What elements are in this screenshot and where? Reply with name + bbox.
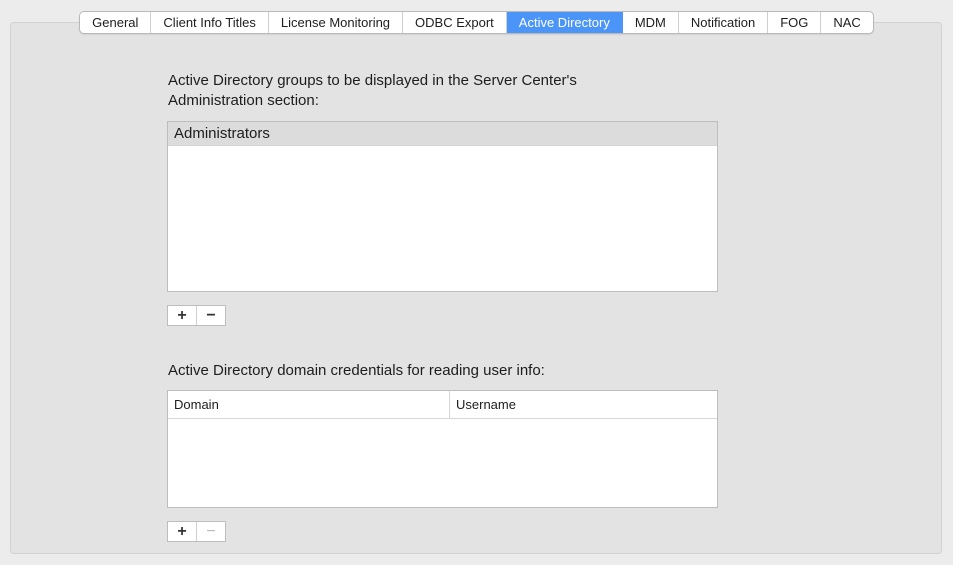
- groups-button-group: + −: [167, 305, 226, 326]
- tab-mdm[interactable]: MDM: [623, 12, 679, 33]
- credentials-section-label: Active Directory domain credentials for …: [168, 362, 545, 379]
- tab-bar: General Client Info Titles License Monit…: [0, 11, 953, 34]
- groups-list[interactable]: Administrators: [167, 121, 718, 292]
- groups-label-line1: Active Directory groups to be displayed …: [168, 72, 577, 89]
- tab-license-monitoring[interactable]: License Monitoring: [269, 12, 404, 33]
- tab-odbc-export[interactable]: ODBC Export: [403, 12, 507, 33]
- tab-nac[interactable]: NAC: [821, 12, 872, 33]
- column-header-username[interactable]: Username: [450, 391, 717, 418]
- groups-section-label: Active Directory groups to be displayed …: [168, 71, 577, 111]
- add-credential-button[interactable]: +: [168, 522, 196, 541]
- add-group-button[interactable]: +: [168, 306, 196, 325]
- column-header-domain[interactable]: Domain: [168, 391, 450, 418]
- tab-notification[interactable]: Notification: [679, 12, 769, 33]
- remove-group-button[interactable]: −: [196, 306, 225, 325]
- tab-general[interactable]: General: [80, 12, 152, 33]
- credentials-table[interactable]: Domain Username: [167, 390, 718, 508]
- table-header: Domain Username: [168, 391, 717, 419]
- remove-credential-button[interactable]: −: [196, 522, 225, 541]
- groups-label-line2: Administration section:: [168, 92, 319, 109]
- tab-segmented-control: General Client Info Titles License Monit…: [79, 11, 874, 34]
- list-item[interactable]: Administrators: [168, 122, 717, 146]
- tab-active-directory[interactable]: Active Directory: [506, 12, 623, 33]
- tab-fog[interactable]: FOG: [768, 12, 822, 33]
- tab-client-info-titles[interactable]: Client Info Titles: [151, 12, 269, 33]
- credentials-button-group: + −: [167, 521, 226, 542]
